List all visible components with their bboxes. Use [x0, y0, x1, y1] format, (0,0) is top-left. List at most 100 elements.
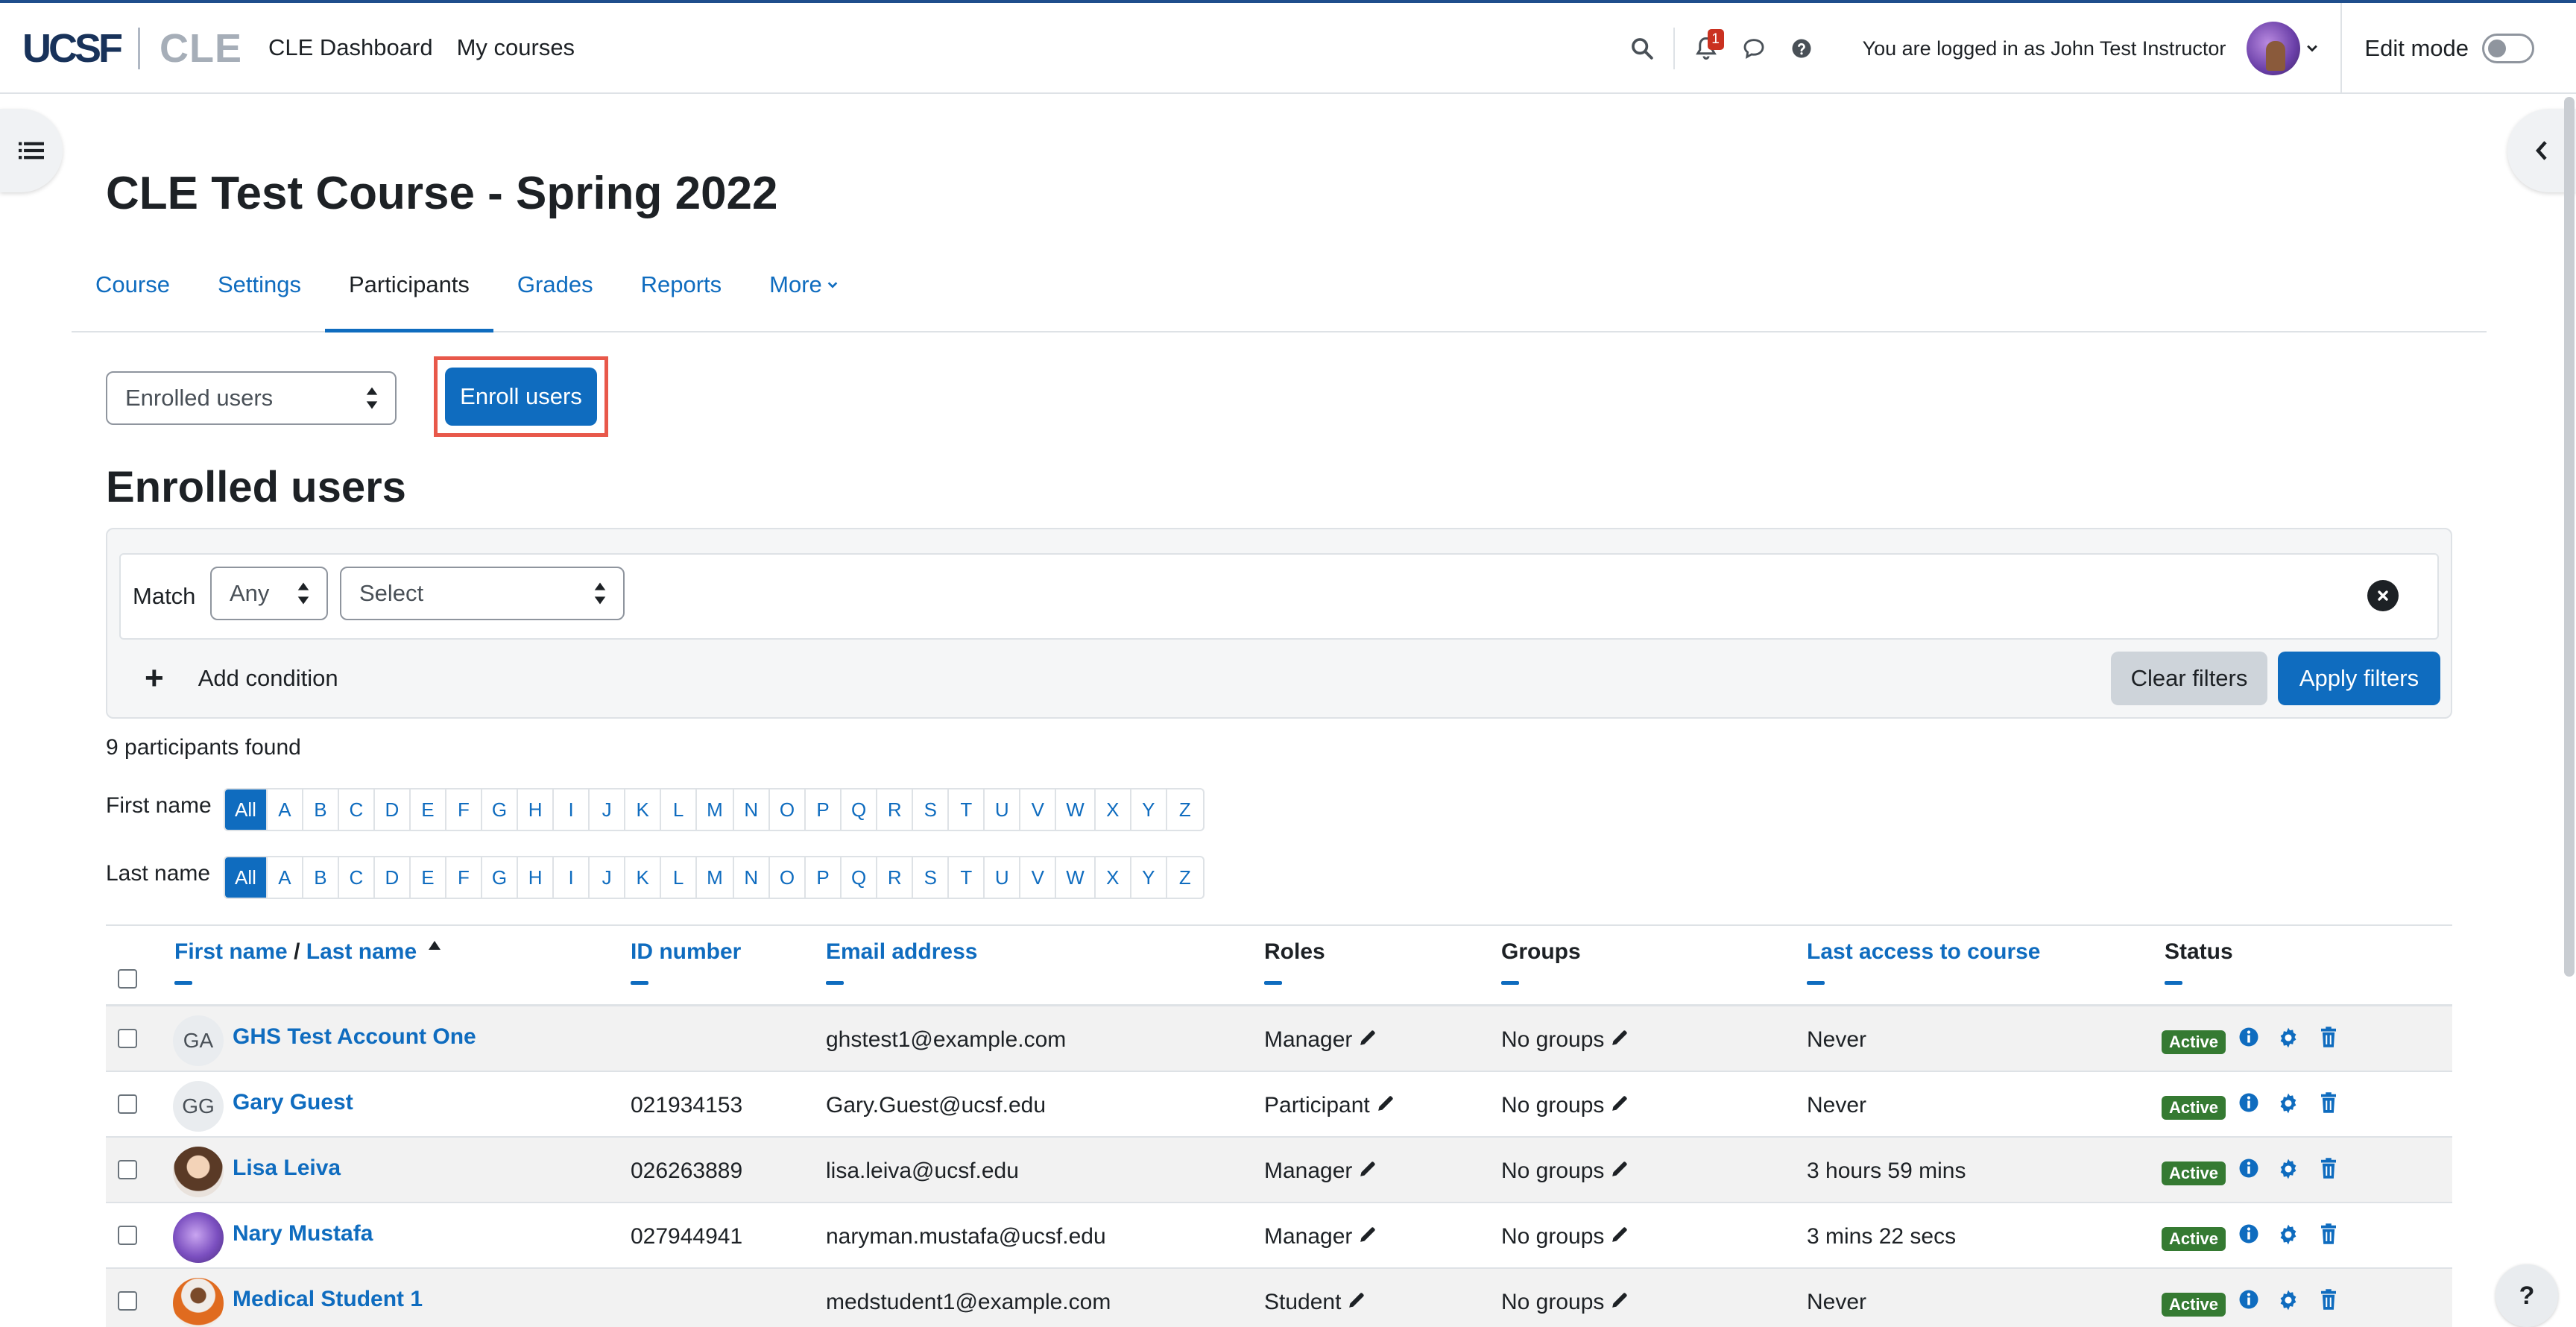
- remove-filter-icon[interactable]: [2367, 580, 2399, 611]
- enrolment-info-icon[interactable]: [2238, 1288, 2260, 1314]
- user-avatar[interactable]: [2247, 22, 2301, 75]
- first-initial-i[interactable]: I: [554, 789, 590, 830]
- edit-role-pencil-icon[interactable]: [1358, 1225, 1377, 1250]
- first-initial-s[interactable]: S: [913, 789, 950, 830]
- participant-name-link[interactable]: Medical Student 1: [233, 1287, 423, 1312]
- last-initial-m[interactable]: M: [697, 857, 734, 898]
- last-initial-x[interactable]: X: [1096, 857, 1131, 898]
- unenrol-trash-icon[interactable]: [2318, 1223, 2339, 1249]
- last-initial-s[interactable]: S: [913, 857, 950, 898]
- edit-enrolment-gear-icon[interactable]: [2276, 1091, 2300, 1119]
- edit-role-pencil-icon[interactable]: [1358, 1028, 1377, 1053]
- last-initial-q[interactable]: Q: [842, 857, 878, 898]
- edit-role-pencil-icon[interactable]: [1347, 1290, 1366, 1316]
- last-initial-z[interactable]: Z: [1167, 857, 1203, 898]
- last-initial-u[interactable]: U: [985, 857, 1021, 898]
- edit-groups-pencil-icon[interactable]: [1610, 1028, 1629, 1053]
- participant-name-link[interactable]: Nary Mustafa: [233, 1221, 373, 1246]
- unenrol-trash-icon[interactable]: [2318, 1091, 2339, 1118]
- tab-reports[interactable]: Reports: [617, 261, 746, 332]
- collapse-column-icon[interactable]: [1264, 981, 1282, 985]
- last-initial-i[interactable]: I: [554, 857, 590, 898]
- first-initial-r[interactable]: R: [877, 789, 914, 830]
- help-button[interactable]: ?: [2496, 1264, 2558, 1327]
- first-initial-y[interactable]: Y: [1131, 789, 1167, 830]
- edit-role-pencil-icon[interactable]: [1358, 1159, 1377, 1185]
- nav-link-dashboard[interactable]: CLE Dashboard: [268, 34, 433, 61]
- tab-grades[interactable]: Grades: [493, 261, 617, 332]
- sort-last-name-link[interactable]: Last name: [306, 939, 417, 964]
- filter-type-select[interactable]: Select: [340, 567, 625, 620]
- enrolment-info-icon[interactable]: [2238, 1157, 2260, 1183]
- first-initial-p[interactable]: P: [806, 789, 842, 830]
- edit-mode-toggle[interactable]: [2482, 34, 2534, 63]
- enrolment-info-icon[interactable]: [2238, 1026, 2260, 1052]
- first-initial-k[interactable]: K: [625, 789, 662, 830]
- edit-enrolment-gear-icon[interactable]: [2276, 1026, 2300, 1053]
- first-initial-x[interactable]: X: [1096, 789, 1131, 830]
- last-initial-t[interactable]: T: [949, 857, 985, 898]
- edit-groups-pencil-icon[interactable]: [1610, 1225, 1629, 1250]
- page-scrollbar[interactable]: [2564, 97, 2575, 977]
- edit-groups-pencil-icon[interactable]: [1610, 1094, 1629, 1119]
- tab-settings[interactable]: Settings: [194, 261, 325, 332]
- first-initial-v[interactable]: V: [1020, 789, 1057, 830]
- row-select-checkbox[interactable]: [118, 1226, 137, 1245]
- last-initial-all[interactable]: All: [225, 857, 268, 898]
- site-logo[interactable]: UCSF CLE: [22, 25, 242, 72]
- last-initial-f[interactable]: F: [446, 857, 482, 898]
- nav-link-my-courses[interactable]: My courses: [457, 34, 575, 61]
- first-initial-t[interactable]: T: [949, 789, 985, 830]
- sort-email-link[interactable]: Email address: [826, 939, 977, 965]
- first-initial-o[interactable]: O: [770, 789, 806, 830]
- first-initial-z[interactable]: Z: [1167, 789, 1203, 830]
- match-any-select[interactable]: Any: [210, 567, 328, 620]
- first-initial-g[interactable]: G: [482, 789, 519, 830]
- last-initial-l[interactable]: L: [661, 857, 698, 898]
- row-select-checkbox[interactable]: [118, 1291, 137, 1311]
- last-initial-y[interactable]: Y: [1131, 857, 1167, 898]
- tab-more[interactable]: More: [745, 261, 862, 332]
- collapse-column-icon[interactable]: [1807, 981, 1825, 985]
- last-initial-k[interactable]: K: [625, 857, 662, 898]
- first-initial-w[interactable]: W: [1056, 789, 1096, 830]
- last-initial-c[interactable]: C: [339, 857, 375, 898]
- edit-role-pencil-icon[interactable]: [1376, 1094, 1395, 1119]
- enrolment-info-icon[interactable]: [2238, 1091, 2260, 1118]
- sort-id-number-link[interactable]: ID number: [631, 939, 741, 965]
- last-initial-w[interactable]: W: [1056, 857, 1096, 898]
- unenrol-trash-icon[interactable]: [2318, 1288, 2339, 1314]
- select-all-checkbox[interactable]: [118, 969, 137, 989]
- collapse-column-icon[interactable]: [826, 981, 844, 985]
- last-initial-b[interactable]: B: [303, 857, 339, 898]
- first-initial-all[interactable]: All: [225, 789, 268, 830]
- apply-filters-button[interactable]: Apply filters: [2278, 652, 2440, 705]
- last-initial-p[interactable]: P: [806, 857, 842, 898]
- last-initial-r[interactable]: R: [877, 857, 914, 898]
- last-initial-d[interactable]: D: [375, 857, 411, 898]
- search-icon[interactable]: [1618, 25, 1666, 72]
- enroll-users-button[interactable]: Enroll users: [445, 368, 597, 426]
- edit-groups-pencil-icon[interactable]: [1610, 1159, 1629, 1185]
- first-initial-e[interactable]: E: [411, 789, 446, 830]
- chevron-down-icon[interactable]: [2305, 41, 2320, 56]
- first-initial-j[interactable]: J: [590, 789, 626, 830]
- unenrol-trash-icon[interactable]: [2318, 1026, 2339, 1052]
- first-initial-c[interactable]: C: [339, 789, 375, 830]
- last-initial-o[interactable]: O: [770, 857, 806, 898]
- participant-name-link[interactable]: Gary Guest: [233, 1090, 353, 1115]
- clear-filters-button[interactable]: Clear filters: [2111, 652, 2267, 705]
- edit-groups-pencil-icon[interactable]: [1610, 1290, 1629, 1316]
- collapse-column-icon[interactable]: [2165, 981, 2182, 985]
- first-initial-d[interactable]: D: [375, 789, 411, 830]
- first-initial-q[interactable]: Q: [842, 789, 878, 830]
- messages-icon[interactable]: [1730, 25, 1778, 72]
- sort-first-name-link[interactable]: First name: [174, 939, 288, 964]
- unenrol-trash-icon[interactable]: [2318, 1157, 2339, 1183]
- last-initial-h[interactable]: H: [518, 857, 555, 898]
- row-select-checkbox[interactable]: [118, 1029, 137, 1048]
- last-initial-v[interactable]: V: [1020, 857, 1057, 898]
- collapse-column-icon[interactable]: [631, 981, 648, 985]
- first-initial-l[interactable]: L: [661, 789, 698, 830]
- first-initial-u[interactable]: U: [985, 789, 1021, 830]
